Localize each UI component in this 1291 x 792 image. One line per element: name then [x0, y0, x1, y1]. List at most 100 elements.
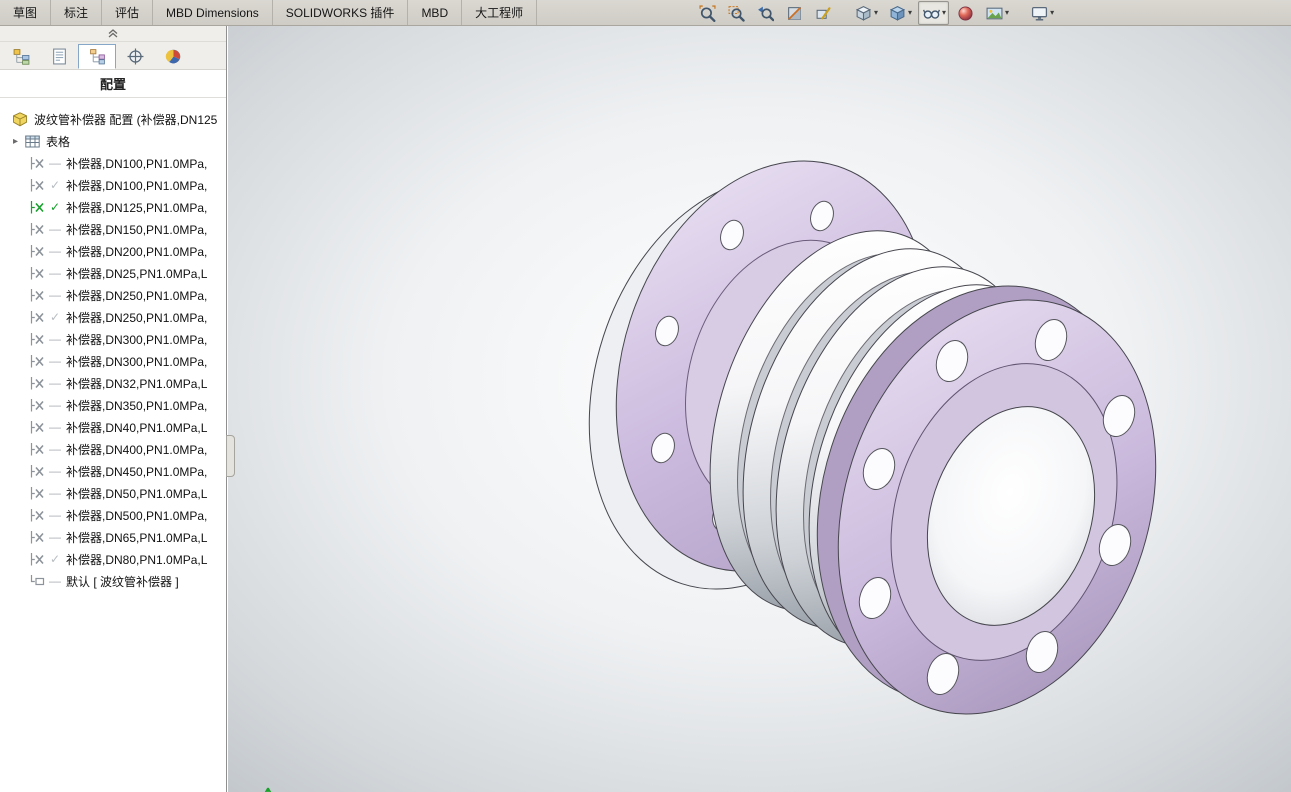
config-row[interactable]: — 补偿器,DN300,PN1.0MPa, [0, 350, 226, 372]
config-row[interactable]: — 补偿器,DN400,PN1.0MPa, [0, 438, 226, 460]
featuremanager-design-tree-tab[interactable] [2, 44, 40, 69]
configuration-icon [30, 156, 47, 170]
apply-scene-icon [986, 7, 1003, 19]
display-style-button[interactable] [887, 3, 907, 23]
configuration-icon [30, 376, 47, 390]
configuration-icon [30, 486, 47, 500]
panel-title: 配置 [0, 70, 226, 98]
previous-view-button[interactable] [755, 3, 775, 23]
section-view-button[interactable] [784, 3, 804, 23]
configuration-icon [30, 266, 47, 280]
config-row[interactable]: ✓ 补偿器,DN80,PN1.0MPa,L [0, 548, 226, 570]
configuration-icon [30, 398, 47, 412]
part-icon [13, 111, 27, 126]
edit-appearance-button[interactable] [955, 3, 975, 23]
ribbon-tab[interactable]: 评估 [102, 0, 154, 25]
config-row-default[interactable]: — 默认 [ 波纹管补偿器 ] [0, 570, 226, 592]
tables-row[interactable]: ▸ 表格 [0, 130, 226, 152]
view-settings-button[interactable] [1029, 3, 1049, 23]
config-row[interactable]: — 补偿器,DN25,PN1.0MPa,L [0, 262, 226, 284]
graphics-viewport[interactable] [228, 26, 1291, 792]
zoom-to-fit-icon [698, 4, 716, 22]
featuremanager-tree-icon [13, 49, 29, 65]
ribbon-tab[interactable]: 草图 [0, 0, 52, 25]
dash-mark: — [49, 530, 61, 544]
displaymanager-tab[interactable] [154, 44, 192, 69]
section-view-icon [787, 6, 801, 20]
config-row[interactable]: — 补偿器,DN150,PN1.0MPa, [0, 218, 226, 240]
dash-mark: — [49, 156, 61, 170]
config-label: 补偿器,DN65,PN1.0MPa,L [66, 530, 208, 545]
dimxpertmanager-tab[interactable] [116, 44, 154, 69]
config-label: 补偿器,DN300,PN1.0MPa, [66, 354, 208, 369]
config-row[interactable]: ✓ 补偿器,DN100,PN1.0MPa, [0, 174, 226, 196]
config-row[interactable]: — 补偿器,DN50,PN1.0MPa,L [0, 482, 226, 504]
config-row[interactable]: — 补偿器,DN32,PN1.0MPa,L [0, 372, 226, 394]
panel-splitter-handle[interactable] [226, 435, 235, 477]
config-row[interactable]: — 补偿器,DN300,PN1.0MPa, [0, 328, 226, 350]
dash-mark: — [49, 508, 61, 522]
config-label: 补偿器,DN80,PN1.0MPa,L [66, 552, 208, 567]
config-root-row[interactable]: 波纹管补偿器 配置 (补偿器,DN125 [0, 108, 226, 130]
ribbon-tab[interactable]: MBD Dimensions [153, 0, 273, 25]
chevron-down-icon[interactable]: ▾ [874, 9, 878, 17]
configurationmanager-tab[interactable] [78, 44, 116, 69]
dash-mark: — [49, 266, 61, 280]
config-label: 补偿器,DN350,PN1.0MPa, [66, 398, 208, 413]
zoom-to-fit-button[interactable] [697, 3, 717, 23]
config-row[interactable]: — 补偿器,DN450,PN1.0MPa, [0, 460, 226, 482]
hide-show-items-button[interactable] [921, 3, 941, 23]
config-label: 补偿器,DN25,PN1.0MPa,L [66, 266, 208, 281]
ribbon-tab[interactable]: SOLIDWORKS 插件 [273, 0, 409, 25]
zoom-to-area-button[interactable] [726, 3, 746, 23]
ribbon-tab[interactable]: 大工程师 [462, 0, 538, 25]
edit-appearance-icon [958, 5, 973, 21]
config-row[interactable]: — 补偿器,DN250,PN1.0MPa, [0, 284, 226, 306]
config-label: 默认 [ 波纹管补偿器 ] [66, 574, 179, 589]
config-label: 补偿器,DN150,PN1.0MPa, [66, 222, 208, 237]
config-row[interactable]: — 补偿器,DN500,PN1.0MPa, [0, 504, 226, 526]
configuration-icon [30, 552, 47, 566]
ribbon-tab[interactable]: 标注 [51, 0, 103, 25]
propertymanager-tab[interactable] [40, 44, 78, 69]
configuration-manager-panel: 配置 波纹管补偿器 配置 (补偿器,DN125 ▸ 表格 — 补偿器,DN100,… [0, 26, 227, 792]
chevron-down-icon[interactable]: ▾ [1050, 9, 1054, 17]
tables-label: 表格 [46, 134, 71, 149]
dash-mark: — [49, 420, 61, 434]
configuration-icon [30, 200, 47, 214]
panel-collapse-strip [0, 26, 226, 42]
view-orientation-button[interactable] [853, 3, 873, 23]
model-3d-view[interactable] [228, 26, 1291, 792]
configuration-icon [30, 178, 47, 192]
config-row[interactable]: — 补偿器,DN350,PN1.0MPa, [0, 394, 226, 416]
apply-scene-button[interactable] [984, 3, 1004, 23]
chevron-down-icon[interactable]: ▾ [1005, 9, 1009, 17]
config-row[interactable]: ✓ 补偿器,DN250,PN1.0MPa, [0, 306, 226, 328]
config-label: 补偿器,DN100,PN1.0MPa, [66, 156, 208, 171]
dash-mark: — [49, 222, 61, 236]
chevron-down-icon[interactable]: ▾ [908, 9, 912, 17]
hide-show-items-icon [922, 9, 940, 19]
dash-mark: — [49, 332, 61, 346]
dash-mark: — [49, 486, 61, 500]
manager-tabs [0, 42, 226, 70]
config-row[interactable]: ✓ 补偿器,DN125,PN1.0MPa, [0, 196, 226, 218]
dash-mark: — [49, 244, 61, 258]
collapse-panel-icon[interactable] [107, 29, 119, 38]
configuration-icon [30, 530, 47, 544]
expand-arrow-icon[interactable]: ▸ [13, 136, 25, 147]
chevron-down-icon[interactable]: ▾ [942, 9, 946, 17]
configuration-icon [30, 442, 47, 456]
tables-icon [25, 135, 40, 147]
config-row[interactable]: — 补偿器,DN40,PN1.0MPa,L [0, 416, 226, 438]
3d-drawing-view-button[interactable] [813, 3, 833, 23]
config-label: 补偿器,DN40,PN1.0MPa,L [66, 420, 208, 435]
config-label: 补偿器,DN250,PN1.0MPa, [66, 288, 208, 303]
configuration-tree: 波纹管补偿器 配置 (补偿器,DN125 ▸ 表格 — 补偿器,DN100,PN1… [0, 98, 226, 592]
config-row[interactable]: — 补偿器,DN200,PN1.0MPa, [0, 240, 226, 262]
config-row[interactable]: — 补偿器,DN100,PN1.0MPa, [0, 152, 226, 174]
ribbon-tab[interactable]: MBD [408, 0, 463, 25]
config-label: 补偿器,DN125,PN1.0MPa, [66, 200, 208, 215]
config-row[interactable]: — 补偿器,DN65,PN1.0MPa,L [0, 526, 226, 548]
config-label: 补偿器,DN450,PN1.0MPa, [66, 464, 208, 479]
